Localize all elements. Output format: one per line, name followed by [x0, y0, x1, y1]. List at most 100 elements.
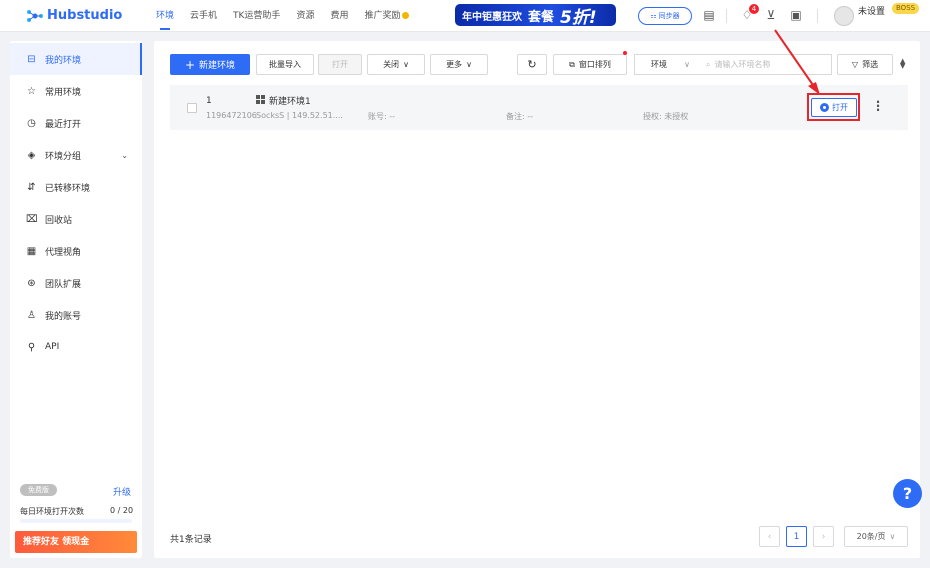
sidebar-item-recycle-bin[interactable]: ⌧ 回收站: [10, 203, 142, 235]
open-label: 打开: [832, 103, 848, 112]
page-size-select[interactable]: 20条/页 ∨: [844, 526, 908, 547]
refresh-icon: ↻: [527, 58, 537, 71]
username[interactable]: 未设置: [858, 4, 885, 17]
transfer-icon: ⇵: [27, 181, 36, 193]
api-icon: ⚲: [27, 341, 36, 353]
daily-open-progress: [20, 519, 132, 523]
total-records: 共1条记录: [170, 535, 212, 545]
team-icon: ⊛: [27, 277, 36, 289]
new-environment-button[interactable]: + 新建环境: [170, 54, 250, 75]
banner-text-2: 套餐: [528, 9, 555, 25]
open-selected-button[interactable]: 打开: [318, 54, 362, 75]
sidebar-item-my-account[interactable]: ♙ 我的账号: [10, 299, 142, 331]
more-label: 更多: [446, 60, 463, 69]
environment-type-select[interactable]: 环境 ∨: [634, 54, 699, 75]
nav-resources[interactable]: 资源: [296, 0, 314, 32]
logo-text: Hubstudio: [47, 8, 123, 23]
row-id: 1196472106: [206, 111, 257, 120]
window-arrange-label: 窗口排列: [578, 60, 611, 69]
refresh-button[interactable]: ↻: [517, 54, 547, 75]
sync-label: 同步器: [658, 12, 680, 20]
sidebar-item-transferred[interactable]: ⇵ 已转移环境: [10, 171, 142, 203]
auth-status: 授权: 未授权: [643, 112, 689, 121]
more-dropdown[interactable]: 更多 ∨: [430, 54, 488, 75]
table-row[interactable]: 1 1196472106 新建环境1 SocksS | 149.52.51...…: [170, 85, 908, 130]
new-environment-label: 新建环境: [199, 61, 236, 71]
nav-cloud-phone[interactable]: 云手机: [190, 0, 217, 32]
upgrade-link[interactable]: 升级: [113, 485, 131, 498]
search-input[interactable]: ⌕ 请输入环境名称: [698, 54, 832, 75]
banner-text-1: 年中钜惠狂欢: [462, 11, 522, 23]
nav-billing[interactable]: 费用: [330, 0, 348, 32]
chevron-down-icon: ⌄: [121, 150, 128, 160]
sidebar-item-proxy-view[interactable]: ▦ 代理视角: [10, 235, 142, 267]
plus-icon: +: [184, 57, 196, 72]
prev-page-button[interactable]: ‹: [759, 526, 780, 547]
chevron-down-icon: ∨: [889, 532, 896, 541]
help-button[interactable]: ?: [893, 479, 922, 508]
window-arrange-button[interactable]: ⧉ 窗口排列: [553, 54, 627, 75]
row-index: 1: [206, 96, 212, 106]
windows-icon: [256, 95, 265, 104]
sidebar-item-recent[interactable]: ◷ 最近打开: [10, 107, 142, 139]
sidebar-item-label: API: [45, 342, 60, 352]
plan-badge: BOSS: [892, 3, 920, 14]
promo-banner[interactable]: 年中钜惠狂欢 套餐 5折!: [455, 4, 616, 28]
divider: [817, 9, 818, 23]
clipboard-icon[interactable]: ▣: [788, 7, 804, 23]
filter-button[interactable]: ▽ 筛选: [837, 54, 893, 75]
sidebar-item-label: 我的环境: [45, 55, 82, 66]
chrome-icon: [820, 103, 829, 112]
more-options-icon[interactable]: · · ·: [874, 96, 882, 116]
new-feature-dot: [623, 51, 627, 55]
trash-icon: ⌧: [26, 213, 38, 225]
open-environment-button[interactable]: 打开: [811, 98, 857, 117]
sidebar-item-label: 环境分组: [45, 151, 82, 162]
search-placeholder: 请输入环境名称: [714, 60, 771, 69]
download-icon[interactable]: ⊻: [763, 7, 779, 23]
row-checkbox[interactable]: [187, 103, 197, 113]
book-icon[interactable]: ▤: [701, 7, 717, 23]
sidebar-item-label: 代理视角: [45, 247, 82, 258]
window-icon: ⧉: [569, 59, 575, 69]
chevron-down-icon: ∨: [466, 60, 472, 69]
sidebar-item-my-environments[interactable]: ⊟ 我的环境: [10, 43, 142, 75]
invite-friends-banner[interactable]: 推荐好友 领现金: [15, 531, 137, 553]
nav-environment[interactable]: 环境: [156, 0, 174, 32]
proxy-info: SocksS | 149.52.51....: [256, 111, 343, 120]
daily-open-count: 0 / 20: [110, 506, 134, 515]
top-bar: Hubstudio 环境 云手机 TK运营助手 资源 费用 推广奖励 年中钜惠狂…: [0, 0, 930, 32]
search-icon: ⌕: [706, 59, 711, 69]
chevron-down-icon: ∨: [403, 60, 409, 69]
environment-name[interactable]: 新建环境1: [269, 94, 311, 107]
avatar[interactable]: [834, 6, 854, 26]
nav-referral-reward[interactable]: 推广奖励: [364, 0, 410, 32]
filter-icon: ▽: [851, 60, 859, 69]
plan-label: 免费版: [20, 484, 57, 496]
page-number[interactable]: 1: [786, 526, 807, 547]
close-dropdown[interactable]: 关闭 ∨: [367, 54, 425, 75]
banner-text-3: 5折!: [560, 7, 597, 28]
star-icon: ☆: [27, 85, 36, 97]
filter-label: 筛选: [862, 60, 879, 69]
sidebar-item-label: 已转移环境: [45, 183, 91, 194]
sort-toggle-icon[interactable]: ▲ ▼: [900, 58, 905, 70]
sync-button[interactable]: ⚏ 同步器: [638, 7, 692, 25]
daily-open-label: 每日环境打开次数: [20, 507, 84, 516]
hubstudio-logo[interactable]: Hubstudio: [26, 8, 122, 23]
nav-tk-assistant[interactable]: TK运营助手: [233, 0, 280, 32]
sidebar-item-label: 常用环境: [45, 87, 82, 98]
page-size-label: 20条/页: [856, 532, 886, 541]
sidebar-item-team[interactable]: ⊛ 团队扩展: [10, 267, 142, 299]
next-page-button[interactable]: ›: [813, 526, 834, 547]
sidebar-item-favorites[interactable]: ☆ 常用环境: [10, 75, 142, 107]
sidebar-item-api[interactable]: ⚲ API: [10, 331, 142, 363]
sidebar: ⊟ 我的环境 ☆ 常用环境 ◷ 最近打开 ◈ 环境分组 ⌄ ⇵ 已转移环境 ⌧ …: [10, 41, 142, 558]
sidebar-item-label: 团队扩展: [45, 279, 82, 290]
sidebar-item-groups[interactable]: ◈ 环境分组 ⌄: [10, 139, 142, 171]
batch-import-button[interactable]: 批量导入: [256, 54, 314, 75]
group-icon: ◈: [27, 149, 36, 161]
chevron-down-icon: ∨: [684, 60, 690, 69]
environment-icon: ⊟: [27, 53, 36, 65]
remark-info: 备注: --: [506, 112, 534, 121]
